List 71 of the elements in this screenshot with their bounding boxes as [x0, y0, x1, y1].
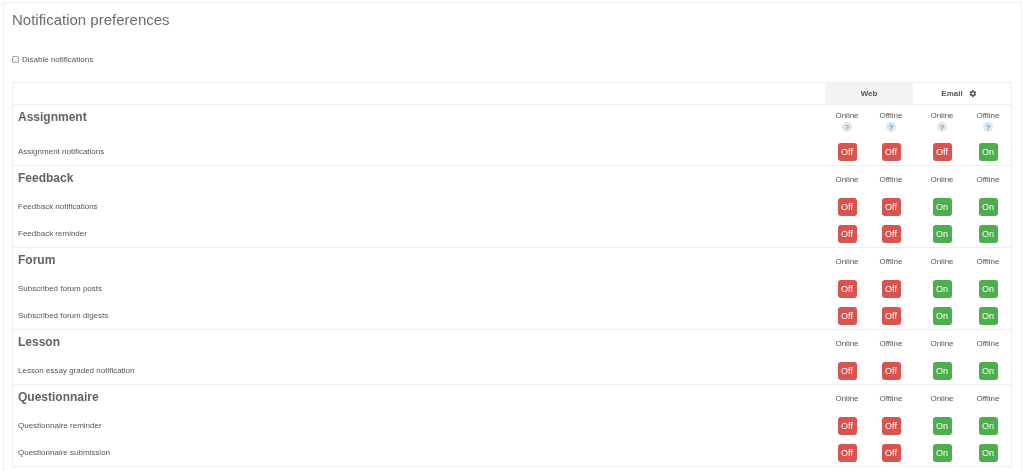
column-header: Email	[941, 89, 963, 98]
toggle-button[interactable]: On	[978, 142, 998, 161]
toggle-button[interactable]: On	[978, 197, 998, 216]
toggle-button[interactable]: Off	[837, 197, 857, 216]
toggle-button[interactable]: On	[978, 306, 998, 325]
column-label: Online	[930, 111, 954, 120]
settings-icon[interactable]	[967, 89, 977, 98]
section-heading: Assignment	[17, 109, 88, 124]
column-label: Online	[835, 257, 859, 266]
toggle-button[interactable]: On	[932, 416, 952, 435]
checkbox[interactable]	[12, 55, 19, 63]
toggle-button[interactable]: Off	[837, 416, 857, 435]
toggle-button[interactable]: Off	[932, 142, 952, 161]
column-label: Offline	[879, 257, 903, 266]
toggle-button[interactable]: On	[932, 197, 952, 216]
column-label: Online	[930, 394, 954, 403]
column-label: Offline	[976, 257, 1000, 266]
notification-label: Lesson essay graded notification	[17, 366, 136, 375]
toggle-button[interactable]: On	[978, 416, 998, 435]
notification-label: Subscribed forum posts	[17, 284, 104, 293]
toggle-button[interactable]: Off	[837, 443, 857, 462]
notification-label: Questionnaire submission	[17, 448, 112, 457]
notification-label: Questionnaire reminder	[17, 421, 103, 430]
checkbox-label: Disable notifications	[22, 54, 94, 64]
toggle-button[interactable]: On	[978, 279, 998, 298]
column-label: Online	[930, 339, 954, 348]
toggle-button[interactable]: Off	[881, 443, 901, 462]
toggle-button[interactable]: Off	[881, 142, 901, 161]
toggle-button[interactable]: Off	[837, 142, 857, 161]
toggle-button[interactable]: Off	[837, 306, 857, 325]
notification-label: Subscribed forum digests	[17, 311, 110, 320]
column-label: Offline	[976, 175, 1000, 184]
toggle-button[interactable]: Off	[881, 224, 901, 243]
toggle-button[interactable]: Off	[881, 416, 901, 435]
toggle-button[interactable]: Off	[881, 279, 901, 298]
section-heading: Lesson	[17, 334, 61, 349]
toggle-button[interactable]: On	[932, 279, 952, 298]
column-label: Online	[835, 394, 859, 403]
toggle-button[interactable]: Off	[881, 306, 901, 325]
toggle-button[interactable]: On	[932, 224, 952, 243]
notification-label: Feedback reminder	[17, 229, 88, 238]
toggle-button[interactable]: On	[978, 361, 998, 380]
page-title: Notification preferences	[12, 10, 171, 30]
section-heading: Questionnaire	[17, 389, 100, 404]
toggle-button[interactable]: Off	[881, 361, 901, 380]
toggle-button[interactable]: On	[978, 224, 998, 243]
toggle-button[interactable]: Off	[837, 279, 857, 298]
toggle-button[interactable]: On	[978, 443, 998, 462]
column-label: Offline	[879, 394, 903, 403]
column-label: Offline	[976, 394, 1000, 403]
toggle-button[interactable]: On	[932, 443, 952, 462]
notification-label: Assignment notifications	[17, 147, 106, 156]
section-heading: Forum	[17, 252, 57, 267]
column-label: Online	[835, 111, 859, 120]
toggle-button[interactable]: Off	[837, 224, 857, 243]
column-label: Offline	[879, 111, 903, 120]
section-heading: Feedback	[17, 170, 75, 185]
toggle-button[interactable]: On	[932, 306, 952, 325]
column-label: Online	[835, 175, 859, 184]
column-label: Offline	[976, 111, 1000, 120]
column-header: Web	[825, 83, 913, 104]
column-label: Online	[930, 175, 954, 184]
column-label: Online	[930, 257, 954, 266]
toggle-button[interactable]: Off	[837, 361, 857, 380]
column-label: Offline	[879, 339, 903, 348]
toggle-button[interactable]: On	[932, 361, 952, 380]
notification-label: Feedback notifications	[17, 202, 99, 211]
column-label: Offline	[879, 175, 903, 184]
column-label: Online	[835, 339, 859, 348]
toggle-button[interactable]: Off	[881, 197, 901, 216]
column-label: Offline	[976, 339, 1000, 348]
